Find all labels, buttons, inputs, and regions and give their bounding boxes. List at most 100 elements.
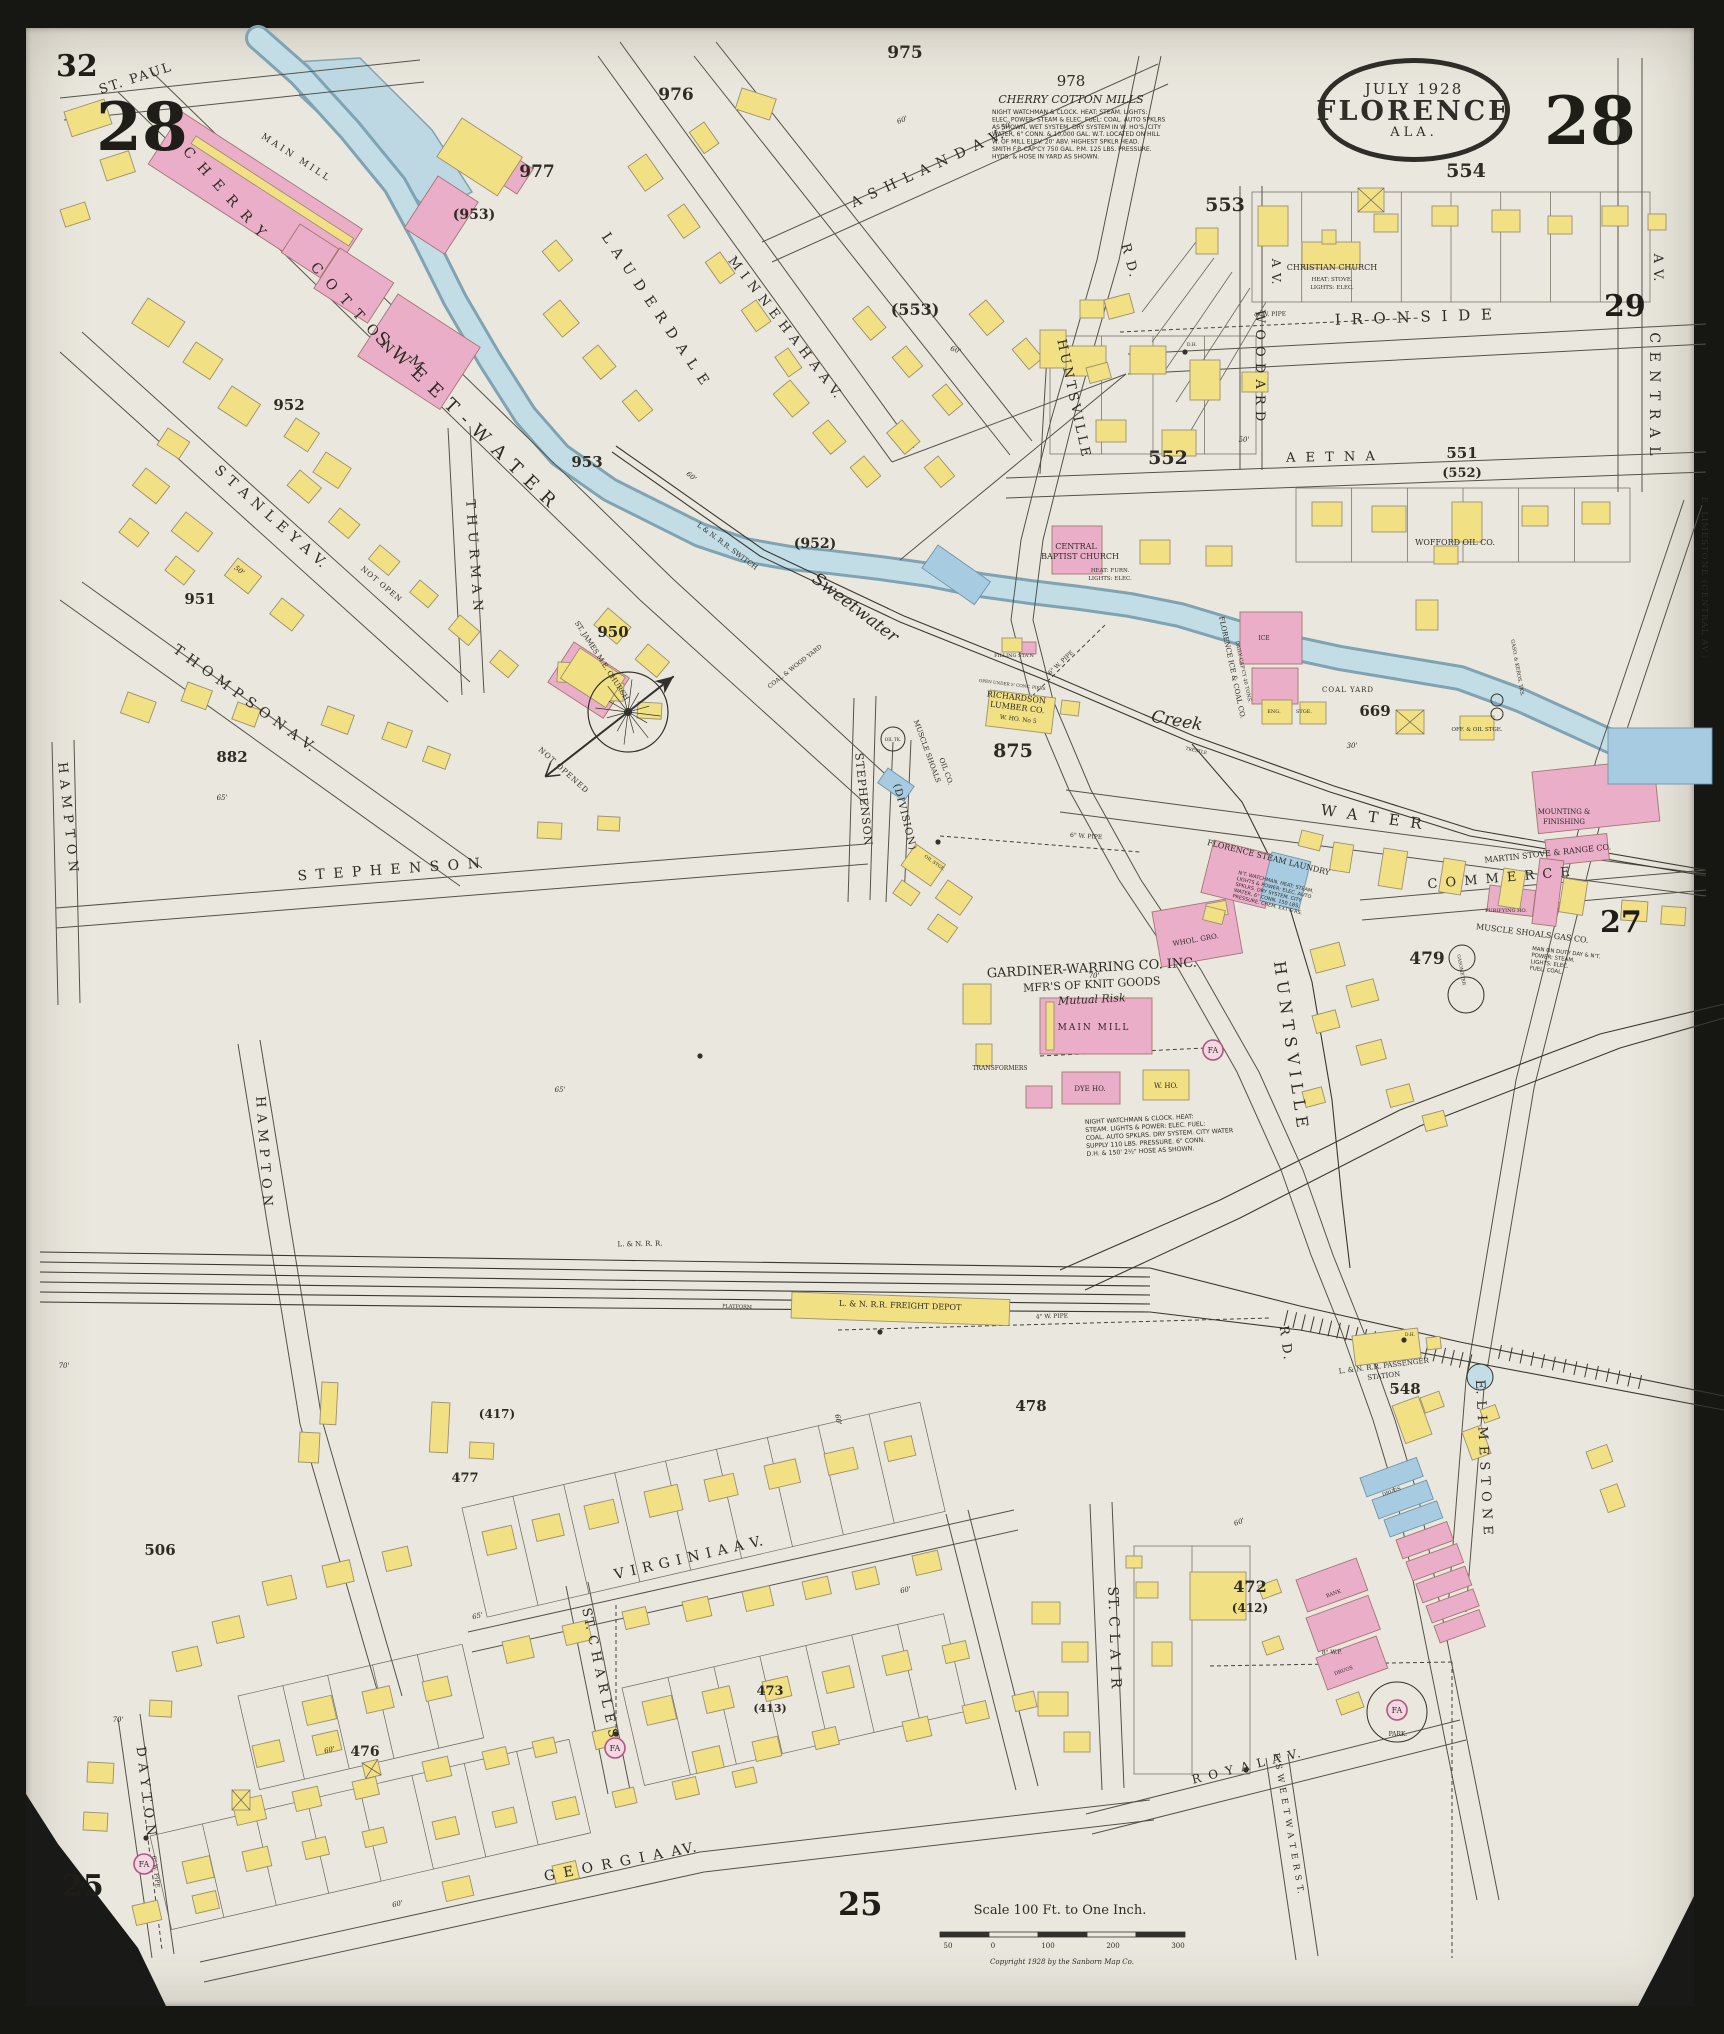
building-frame [251,1739,285,1768]
building-brick [1239,611,1303,665]
block-number: 506 [144,1541,175,1559]
place-label-group: D.H. [1405,1332,1416,1338]
dimension-label: 60' [391,1899,403,1909]
street-edge [55,843,867,909]
block-number: (553) [891,300,940,319]
scale-tick-label: 100 [1041,1942,1054,1950]
place-label-group: FILLING STA'N [994,653,1034,659]
building-frame [223,557,263,595]
building-frame [968,299,1005,337]
street-label-group: NOT OPENED [537,745,591,795]
street-edge [885,741,894,903]
building-frame [131,1899,163,1927]
street-label-group: A E T N A [1285,449,1378,466]
building-frame [812,419,847,455]
building-frame [1011,337,1044,371]
place-label-group: PLATFORM [722,1303,752,1310]
street-label: ST. C L A I R [1104,1586,1124,1689]
street-label: C E N T R A L [1646,332,1662,457]
dimension-label-group: 60' [949,345,962,356]
building-frame [671,1776,700,1801]
building-frame [641,1694,678,1726]
place-label-group: 978 [1057,72,1086,90]
block-number-group: (952) [794,536,836,552]
dimension-label: 60' [949,345,962,356]
building-frame [170,511,214,553]
hatch-line [1163,271,1233,373]
street-label: S T A N L E Y A V. [211,462,330,571]
building-frame [611,1786,638,1809]
block-number: 951 [184,590,215,608]
place-label: PURIFYING HO. [1485,908,1527,914]
scale-tick-label: 300 [1171,1942,1184,1950]
building-frame [911,1549,943,1577]
block-number: 976 [658,85,694,105]
building-brick [1251,667,1299,705]
lot-line [766,1437,793,1547]
building-frame [1521,505,1549,527]
building-frame [1329,841,1355,874]
place-label: LIGHTS: ELEC. [1310,285,1354,291]
building-frame [489,649,520,679]
block-number: 669 [1359,702,1390,720]
building-frame [821,1665,855,1694]
fire-alarm-label: FA [1392,1706,1403,1715]
oil-tank [1490,707,1504,721]
building-frame [542,299,580,338]
block-number-group: (552) [1442,466,1481,481]
street-label-group: W O O D A R D [1252,310,1267,423]
street-edge [1089,1503,1103,1791]
building-frame [849,455,882,489]
building-frame [118,517,150,548]
street-label: ST. C H A R L E S [578,1607,620,1740]
building-frame [211,1615,245,1644]
building-stone [1607,727,1713,785]
building-frame [361,1826,388,1849]
railroad-tie [1605,1368,1610,1383]
place-label: L. & N. R. R. [617,1240,662,1249]
building-frame [501,1635,535,1664]
note-line: NIGHT WATCHMAN & CLOCK. HEAT: STEAM. LIG… [992,109,1148,116]
block-number-group: 554 [1446,160,1486,182]
place-label-group: 6" W. PIPE [1070,832,1103,841]
street-label-group: ST. C L A I R [1104,1586,1124,1689]
place-label: 4" W. PIPE [1254,310,1286,318]
building-frame [217,385,262,427]
place-label-group: STGE. [1296,709,1312,715]
place-label: D.H. [1405,1332,1416,1338]
building-frame [1491,209,1521,233]
dimension-label-group: 70' [1089,972,1100,980]
building-frame [1371,505,1407,533]
building-frame [851,1566,880,1591]
building-frame [119,691,157,724]
block-number: (952) [794,536,836,552]
building-frame [627,153,664,192]
building-frame [1433,545,1459,565]
street-label-group: STEPHENSON [852,752,875,847]
note-line: WATER, 6" CONN. & 10,000 GAL. W.T. LOCAT… [992,131,1161,138]
building-frame [531,1736,558,1759]
title-oval: JULY 1928 FLORENCE ALA. [1316,58,1510,162]
dimension-label-group: 50' [1239,436,1250,444]
block-number-group: 473 [756,1684,783,1699]
block-number-group: 477 [451,1471,478,1486]
street-label: A V. [1650,253,1665,283]
street-label: H A M P T O N [54,762,81,874]
building-frame [541,239,574,273]
place-label-group: WOFFORD OIL CO. [1415,538,1495,547]
building-frame [283,417,321,453]
building-brick [1025,1085,1053,1109]
building-frame [321,1559,355,1588]
building-frame [1257,205,1289,247]
building-frame [1599,1483,1626,1514]
street-label: I R O N S I D E [1334,305,1495,329]
railroad-track [1191,743,1351,1269]
block-number-group: 553 [1205,194,1245,216]
building-frame [852,305,887,341]
building-frame [481,1746,510,1771]
sheet-number: 28 [1544,82,1636,160]
building-frame [703,1472,739,1502]
building-frame [409,579,440,609]
street-label-group: HUNTSVILLE [1270,960,1313,1135]
building-frame [582,344,617,380]
